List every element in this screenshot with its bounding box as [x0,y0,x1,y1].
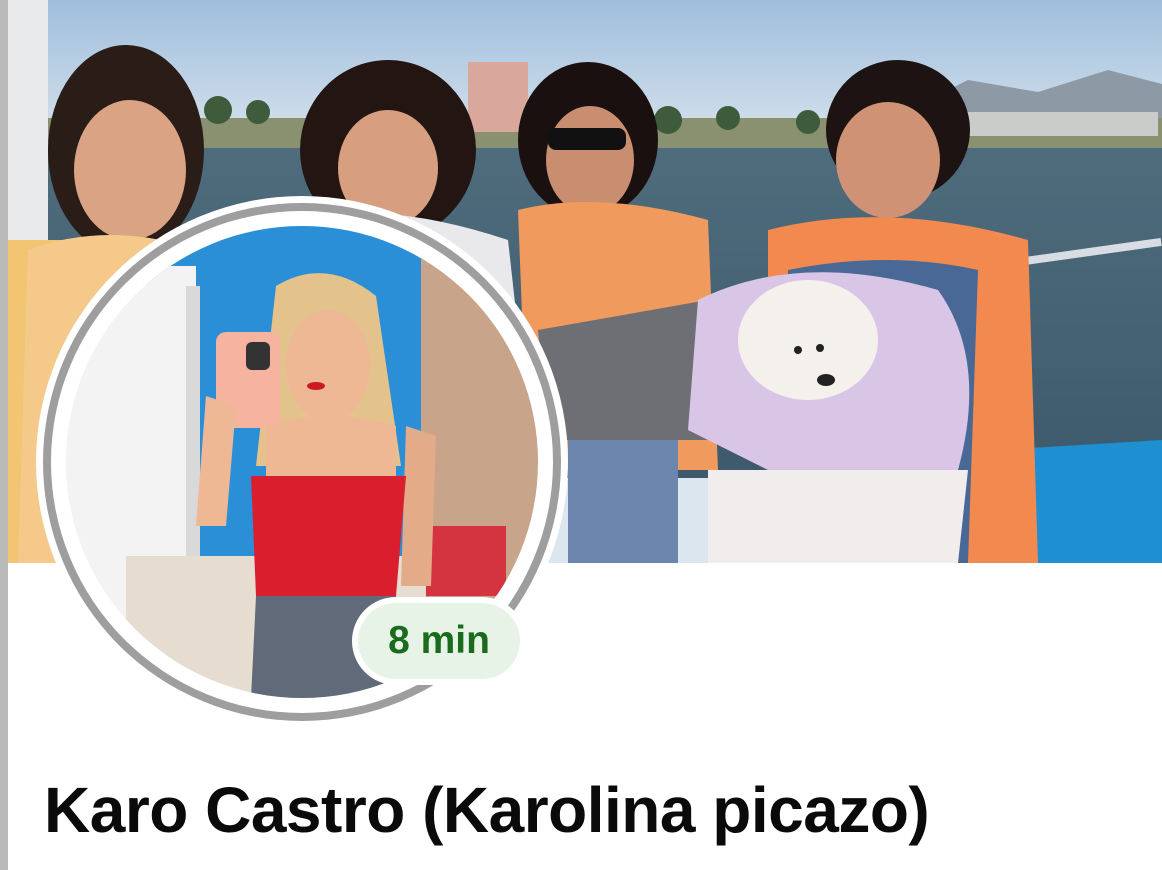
story-time-label: 8 min [388,619,490,662]
story-time-badge: 8 min [358,603,520,679]
profile-page: 8 min Karo Castro (Karolina picazo) [0,0,1162,870]
left-edge-strip [0,0,8,870]
profile-name: Karo Castro (Karolina picazo) [44,774,930,846]
